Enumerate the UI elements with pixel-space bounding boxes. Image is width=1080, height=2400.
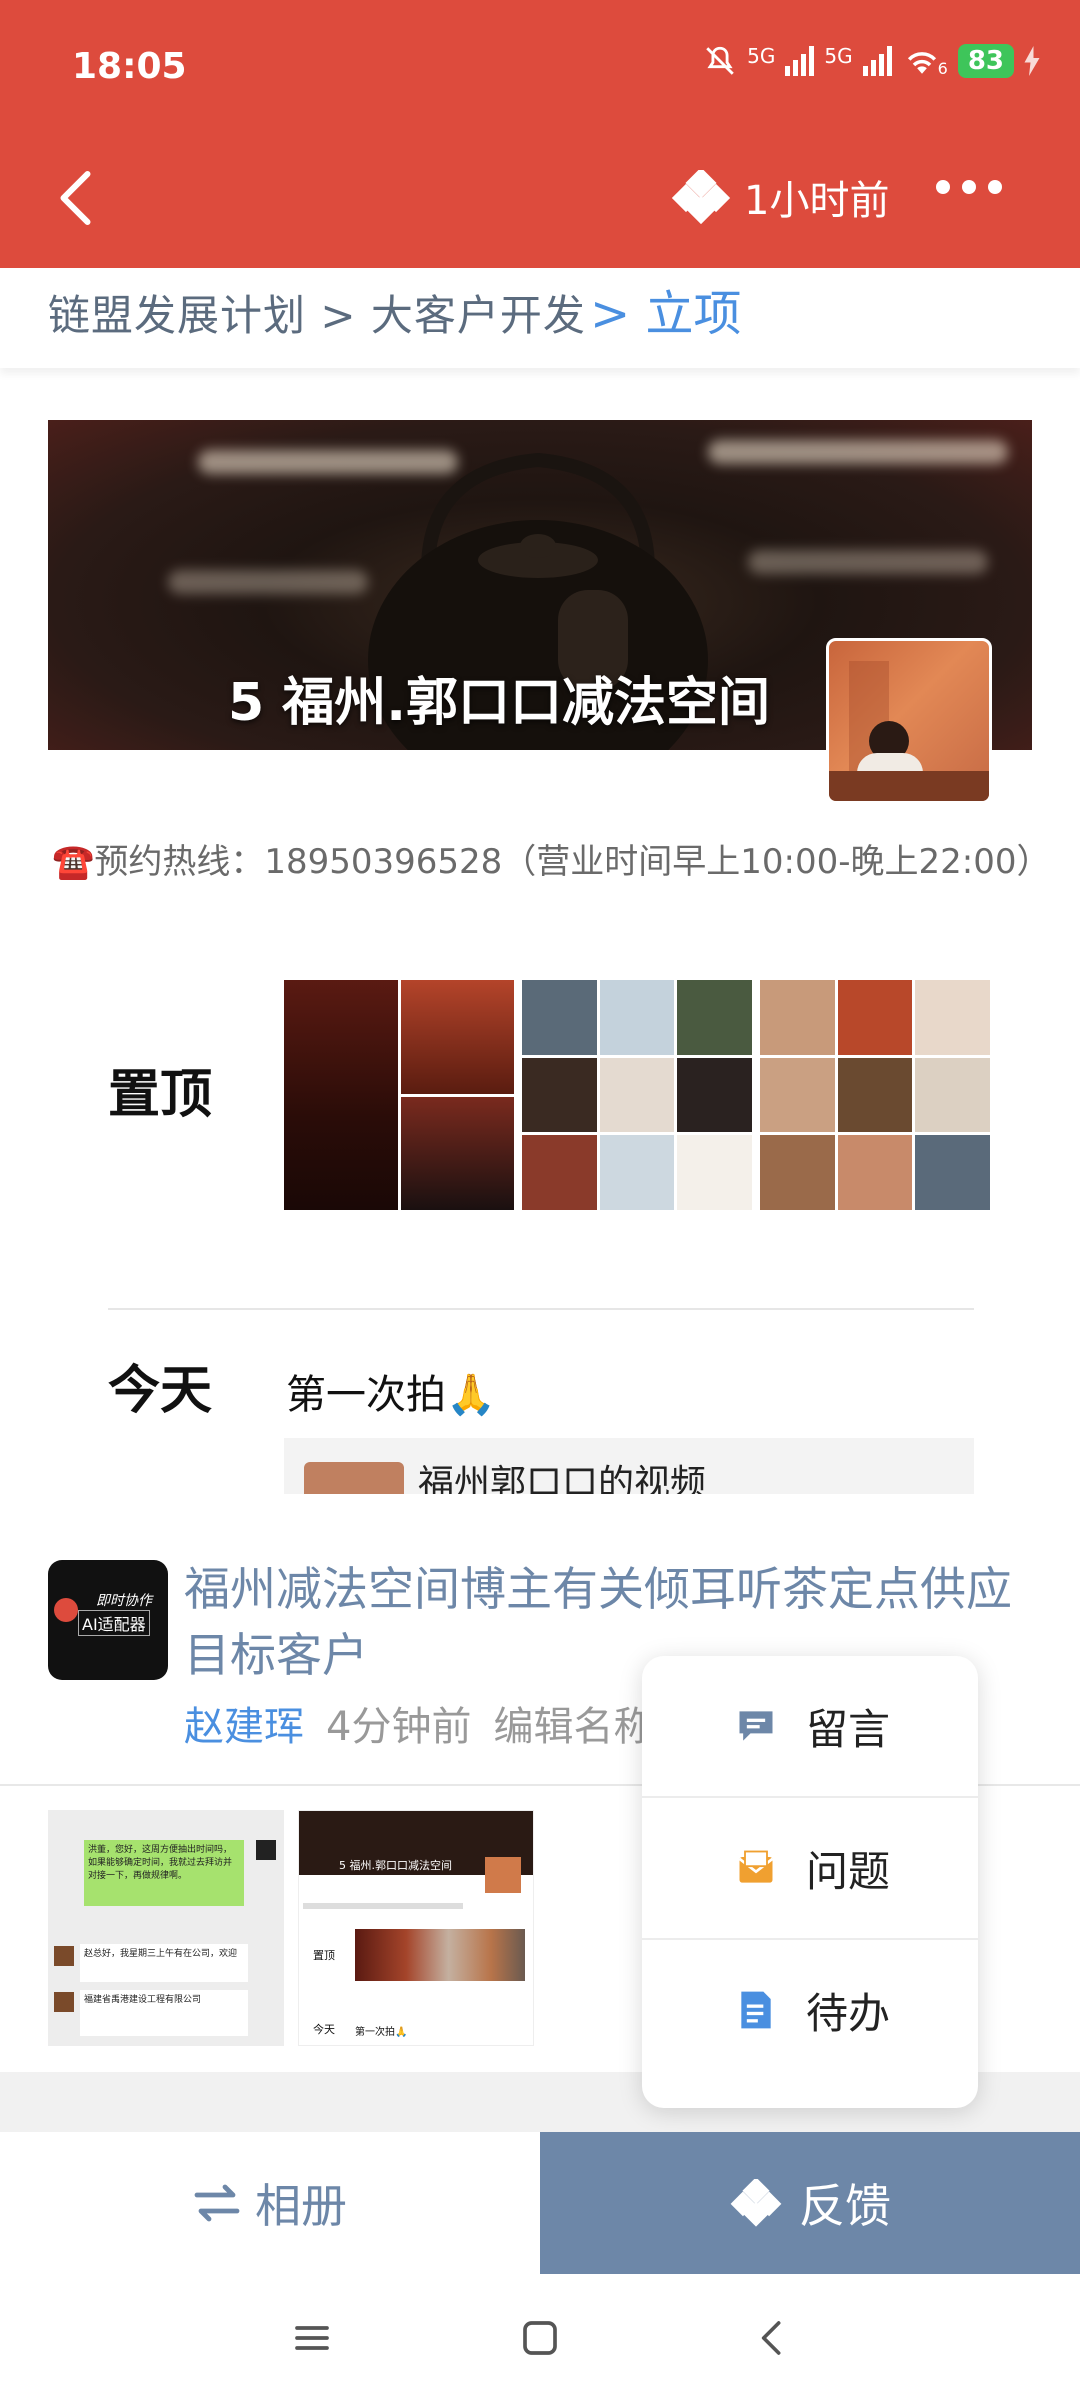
video-thumbnail xyxy=(304,1462,404,1494)
feedback-popup-menu: 留言 问题 待办 xyxy=(642,1656,978,2108)
menu-icon[interactable] xyxy=(292,2318,332,2358)
screenshot-thumbnail-chat[interactable]: 洪董，您好，这周方便抽出时间吗，如果能够确定时间，我就过去拜访并对接一下，再做规… xyxy=(48,1810,284,2046)
chat-bubble: 洪董，您好，这周方便抽出时间吗，如果能够确定时间，我就过去拜访并对接一下，再做规… xyxy=(84,1840,244,1906)
banner-title: 5 福州.郭口口减法空间 xyxy=(228,673,771,733)
todo-doc-icon xyxy=(741,1991,771,2029)
avatar[interactable] xyxy=(826,638,992,804)
system-nav-bar xyxy=(0,2274,1080,2400)
diamond-logo-icon xyxy=(671,170,731,224)
bottom-action-bar: 相册 反馈 xyxy=(0,2132,1080,2274)
feedback-button[interactable]: 反馈 xyxy=(540,2132,1080,2274)
swap-arrows-icon xyxy=(194,2184,240,2222)
post-text: 第一次拍🙏 xyxy=(286,1372,496,1418)
home-square-icon[interactable] xyxy=(520,2318,560,2358)
video-title: 福州郭口口的视频 xyxy=(418,1463,707,1494)
pinned-collage-3[interactable] xyxy=(760,980,990,1210)
menu-item-todo[interactable]: 待办 xyxy=(642,1940,978,2080)
thumb-title: 5 福州.郭口口减法空间 xyxy=(339,1859,452,1872)
thumb-text: 第一次拍🙏 xyxy=(355,2027,408,2038)
breadcrumb-current[interactable]: > 立项 xyxy=(590,274,741,344)
pinned-collage-1[interactable] xyxy=(284,980,514,1210)
pinned-collage-2[interactable] xyxy=(522,980,752,1210)
card-author[interactable]: 赵建珲 xyxy=(184,1694,304,1752)
app-icon[interactable]: 即时协作 AI适配器 xyxy=(48,1560,168,1680)
app-icon-line2: AI适配器 xyxy=(78,1610,150,1636)
menu-item-message[interactable]: 留言 xyxy=(642,1656,978,1796)
screenshot-thumbnail-page[interactable]: 5 福州.郭口口减法空间 置顶 今天 第一次拍🙏 xyxy=(298,1810,534,2046)
card-meta: 赵建珲 4分钟前 编辑名称 xyxy=(184,1694,653,1752)
breadcrumb-path[interactable]: 链盟发展计划 > 大客户开发 xyxy=(48,282,586,343)
thumb-pinned: 置顶 xyxy=(313,1949,335,1962)
mute-bell-icon xyxy=(706,46,734,75)
signal-2-label: 5G xyxy=(824,44,853,68)
message-icon xyxy=(739,1711,773,1741)
more-dots-icon[interactable] xyxy=(936,180,1002,194)
app-header: 18:05 5G 5G 6 83 1小时前 xyxy=(0,0,1080,268)
wifi-label: 6 xyxy=(937,59,948,78)
chat-bubble: 福建省禹港建设工程有限公司 xyxy=(80,1990,248,2036)
breadcrumb: 链盟发展计划 > 大客户开发 > 立项 xyxy=(0,268,1080,368)
menu-item-label: 待办 xyxy=(806,1988,891,2038)
card-time: 4分钟前 xyxy=(326,1704,472,1750)
album-label: 相册 xyxy=(255,2179,347,2233)
video-card[interactable]: 福州郭口口的视频 xyxy=(284,1438,974,1494)
hotline-text: ☎️预约热线：18950396528（营业时间早上10:00-晚上22:00） xyxy=(52,842,1051,882)
time-ago: 1小时前 xyxy=(670,168,889,226)
wifi-icon xyxy=(907,52,936,74)
pinned-label: 置顶 xyxy=(108,1065,213,1125)
status-time: 18:05 xyxy=(72,46,187,87)
divider xyxy=(108,1308,974,1310)
back-icon[interactable] xyxy=(752,2318,792,2358)
charging-icon xyxy=(1024,46,1040,76)
menu-item-question[interactable]: 问题 xyxy=(642,1798,978,1938)
today-label: 今天 xyxy=(108,1361,213,1421)
feedback-label: 反馈 xyxy=(799,2179,891,2233)
status-icons: 5G 5G 6 83 xyxy=(703,44,1040,78)
chat-bubble: 赵总好，我星期三上午有在公司，欢迎 xyxy=(80,1944,248,1982)
album-button[interactable]: 相册 xyxy=(0,2132,540,2274)
time-ago-label: 1小时前 xyxy=(744,178,890,224)
menu-item-label: 问题 xyxy=(806,1846,891,1896)
card-edit-name[interactable]: 编辑名称 xyxy=(493,1694,653,1752)
battery-icon: 83 xyxy=(957,44,1014,78)
menu-item-label: 留言 xyxy=(806,1704,891,1754)
question-mail-icon xyxy=(738,1850,774,1883)
signal-icon xyxy=(862,46,892,76)
signal-1-label: 5G xyxy=(747,44,776,68)
diamond-logo-icon xyxy=(730,2179,782,2227)
thumb-today: 今天 xyxy=(313,2023,335,2036)
app-icon-line1: 即时协作 xyxy=(96,1593,152,1609)
signal-icon xyxy=(785,46,815,76)
back-button[interactable] xyxy=(52,168,102,228)
